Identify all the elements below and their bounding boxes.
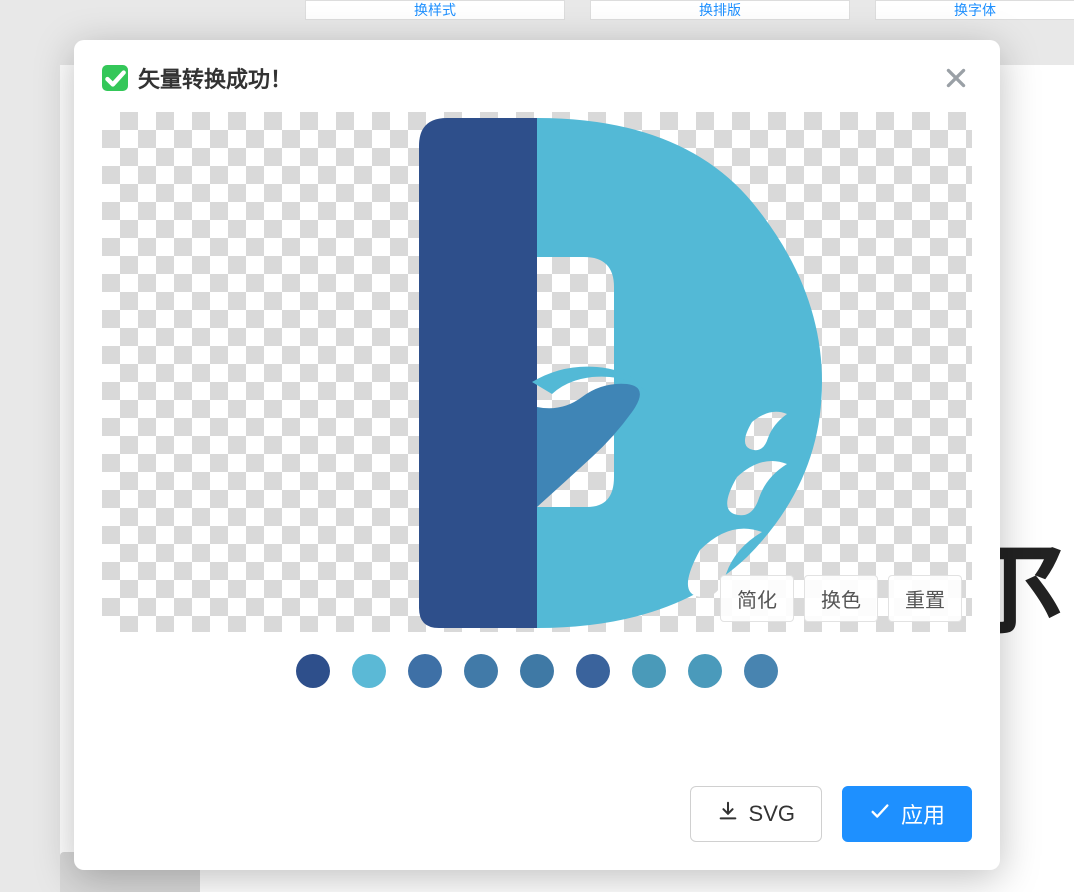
simplify-button[interactable]: 简化 bbox=[720, 575, 794, 622]
bg-tab-style[interactable]: 换样式 bbox=[305, 0, 565, 20]
checkerboard-canvas[interactable]: 简化 换色 重置 bbox=[102, 112, 972, 632]
download-icon bbox=[717, 800, 739, 828]
preview-overlay-controls: 简化 换色 重置 bbox=[720, 575, 962, 622]
color-swatch-7[interactable] bbox=[688, 654, 722, 688]
color-swatch-2[interactable] bbox=[408, 654, 442, 688]
color-swatch-0[interactable] bbox=[296, 654, 330, 688]
color-swatch-4[interactable] bbox=[520, 654, 554, 688]
check-icon bbox=[869, 800, 891, 828]
color-swatch-5[interactable] bbox=[576, 654, 610, 688]
vector-convert-modal: 矢量转换成功！ bbox=[74, 40, 1000, 870]
modal-title-text: 矢量转换成功！ bbox=[138, 62, 292, 94]
modal-header: 矢量转换成功！ bbox=[74, 40, 1000, 112]
close-button[interactable] bbox=[940, 62, 972, 94]
modal-title: 矢量转换成功！ bbox=[102, 62, 292, 94]
logo-preview bbox=[232, 112, 842, 632]
color-swatch-8[interactable] bbox=[744, 654, 778, 688]
apply-label: 应用 bbox=[901, 798, 945, 830]
recolor-button[interactable]: 换色 bbox=[804, 575, 878, 622]
preview-area: 简化 换色 重置 bbox=[102, 112, 972, 632]
download-svg-label: SVG bbox=[749, 801, 795, 827]
color-swatch-1[interactable] bbox=[352, 654, 386, 688]
reset-button[interactable]: 重置 bbox=[888, 575, 962, 622]
download-svg-button[interactable]: SVG bbox=[690, 786, 822, 842]
success-check-icon bbox=[102, 65, 128, 91]
apply-button[interactable]: 应用 bbox=[842, 786, 972, 842]
bg-tab-font[interactable]: 换字体 bbox=[875, 0, 1074, 20]
color-swatch-6[interactable] bbox=[632, 654, 666, 688]
color-swatch-3[interactable] bbox=[464, 654, 498, 688]
color-palette bbox=[74, 654, 1000, 688]
bg-tab-layout[interactable]: 换排版 bbox=[590, 0, 850, 20]
modal-footer: SVG 应用 bbox=[74, 786, 1000, 870]
